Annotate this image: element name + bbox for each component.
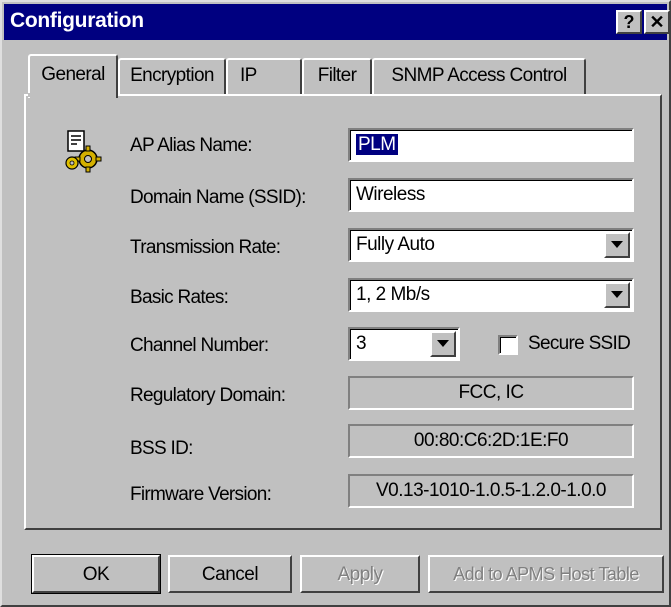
close-button[interactable]: ✕ — [644, 10, 670, 34]
apply-button[interactable]: Apply — [300, 555, 420, 593]
tab-snmp-access-control[interactable]: SNMP Access Control — [372, 58, 586, 94]
tab-encryption[interactable]: Encryption — [118, 58, 226, 94]
configuration-dialog: Configuration ? ✕ General Encryption IP … — [0, 0, 671, 607]
tab-general[interactable]: General — [28, 54, 118, 98]
help-button[interactable]: ? — [616, 10, 642, 34]
ok-button[interactable]: OK — [31, 554, 161, 594]
general-tab-panel — [24, 94, 662, 530]
cancel-button[interactable]: Cancel — [168, 555, 292, 593]
tab-filter[interactable]: Filter — [302, 58, 372, 94]
window-title: Configuration — [10, 9, 144, 32]
add-to-apms-host-table-button[interactable]: Add to APMS Host Table — [428, 555, 664, 593]
tab-ip[interactable]: IP — [226, 58, 302, 94]
title-bar[interactable]: Configuration ? ✕ — [4, 4, 670, 40]
